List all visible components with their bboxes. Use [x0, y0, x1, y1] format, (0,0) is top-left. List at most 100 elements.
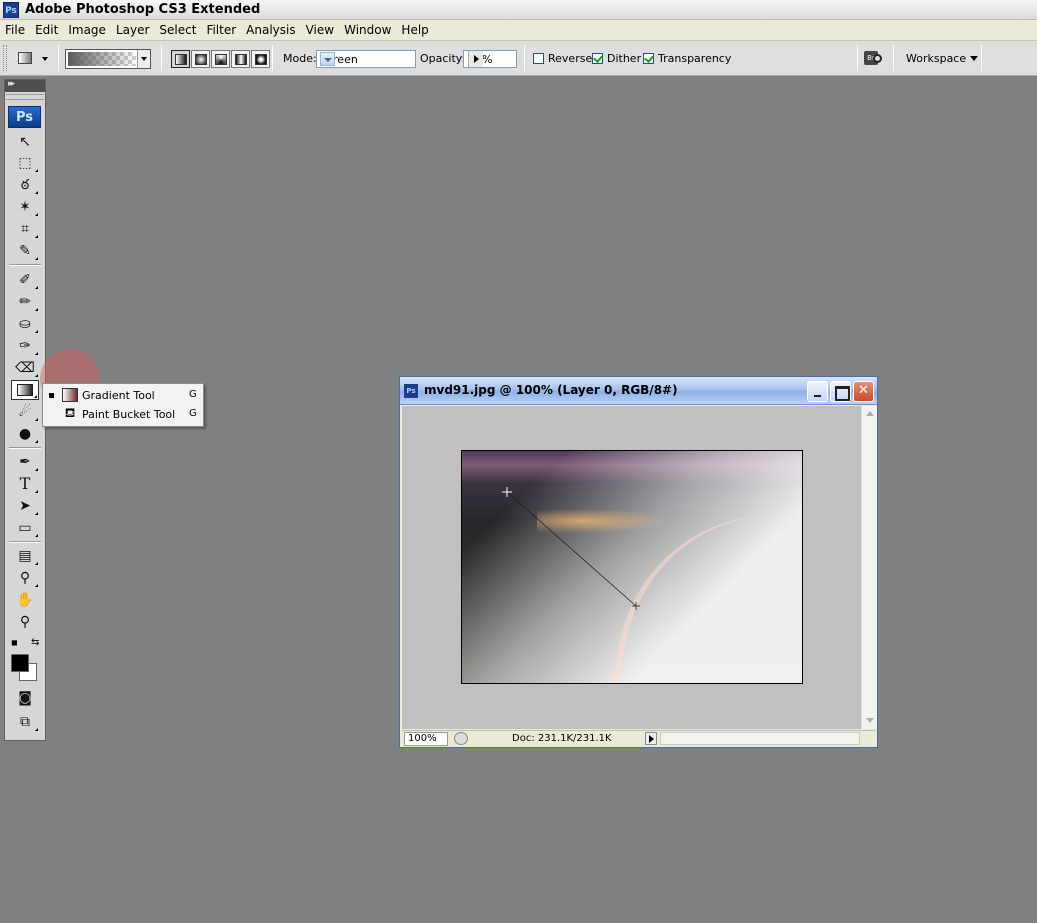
tool-preset-picker[interactable] — [14, 49, 52, 69]
marquee-tool[interactable]: ⬚ — [11, 153, 39, 173]
dodge-icon: ● — [18, 426, 32, 442]
menu-layer[interactable]: Layer — [111, 23, 154, 37]
eyedropper-tool[interactable]: ⚲ — [11, 568, 39, 588]
history-brush-tool[interactable]: ✑ — [11, 336, 39, 356]
brush-tool[interactable]: ✏ — [11, 292, 39, 312]
toolbox-divider — [9, 447, 41, 449]
flyout-indicator-icon — [35, 286, 38, 289]
healing-brush-tool[interactable]: ✐ — [11, 270, 39, 290]
menu-window[interactable]: Window — [339, 23, 396, 37]
menu-select[interactable]: Select — [154, 23, 201, 37]
photoshop-app-icon: Ps — [3, 1, 19, 18]
chevron-down-icon[interactable] — [137, 50, 150, 68]
flyout-indicator-icon — [35, 191, 38, 194]
radial-gradient-icon — [195, 54, 207, 65]
zoom-tool[interactable]: ⚲ — [11, 612, 39, 632]
photoshop-logo[interactable]: Ps — [8, 106, 41, 128]
toolbox: Ps ↖ ⬚ ఠ ✶ ⌗ ✎ ✐ ✏ ⛀ ✑ ⌫ ☄ ● ✒ T ➤ ▭ ▤ ⚲… — [4, 79, 46, 741]
horizontal-scrollbar[interactable] — [660, 732, 860, 745]
linear-gradient-button[interactable] — [171, 50, 190, 68]
path-selection-tool[interactable]: ➤ — [11, 496, 39, 516]
app-title-bar: Ps Adobe Photoshop CS3 Extended — [0, 0, 1037, 20]
brush-icon: ✏ — [19, 294, 31, 310]
canvas-area[interactable] — [402, 406, 861, 729]
clone-stamp-tool[interactable]: ⛀ — [11, 314, 39, 334]
checkbox-box[interactable] — [643, 53, 654, 64]
go-to-bridge-button[interactable]: Br — [862, 49, 886, 69]
maximize-button[interactable] — [830, 381, 851, 402]
transparency-checkbox[interactable]: Transparency — [643, 52, 731, 65]
zoom-field[interactable]: 100% — [404, 732, 448, 746]
divider — [58, 45, 59, 71]
reflected-gradient-button[interactable] — [231, 50, 250, 68]
crop-tool[interactable]: ⌗ — [11, 219, 39, 239]
slice-icon: ✎ — [19, 243, 31, 259]
flyout-item-gradient-tool[interactable]: Gradient Tool G — [43, 386, 203, 405]
reverse-label: Reverse — [548, 52, 593, 65]
chevron-down-icon[interactable] — [320, 52, 335, 66]
document-image[interactable] — [461, 450, 803, 684]
dodge-tool[interactable]: ● — [11, 424, 39, 444]
radial-gradient-button[interactable] — [191, 50, 210, 68]
reverse-checkbox[interactable]: Reverse — [533, 52, 592, 65]
flyout-indicator-icon — [35, 213, 38, 216]
menu-help[interactable]: Help — [396, 23, 433, 37]
gradient-tool[interactable] — [11, 380, 39, 400]
options-bar: Mode: Screen Opacity: 66% Reverse Dither… — [0, 41, 1037, 76]
status-menu-arrow-icon[interactable] — [645, 732, 657, 745]
document-title-bar[interactable]: Ps mvd91.jpg @ 100% (Layer 0, RGB/8#) — [400, 377, 877, 405]
menu-filter[interactable]: Filter — [201, 23, 241, 37]
document-title: mvd91.jpg @ 100% (Layer 0, RGB/8#) — [424, 383, 678, 397]
close-button[interactable] — [853, 381, 874, 402]
type-tool[interactable]: T — [11, 474, 39, 494]
slice-tool[interactable]: ✎ — [11, 241, 39, 261]
blur-tool[interactable]: ☄ — [11, 402, 39, 422]
checkbox-box[interactable] — [592, 53, 603, 64]
workspace-menu[interactable]: Workspace — [906, 52, 979, 65]
flyout-indicator-icon — [35, 257, 38, 260]
pen-tool[interactable]: ✒ — [11, 452, 39, 472]
quick-mask-button[interactable]: ◙ — [11, 688, 39, 708]
eraser-tool[interactable]: ⌫ — [11, 358, 39, 378]
opacity-field[interactable]: 66% — [463, 50, 517, 68]
menu-bar: File Edit Image Layer Select Filter Anal… — [0, 20, 1037, 41]
magic-wand-tool[interactable]: ✶ — [11, 197, 39, 217]
mode-select[interactable]: Screen — [316, 50, 416, 68]
menu-view[interactable]: View — [301, 23, 339, 37]
screen-mode-button[interactable]: ⧉ — [11, 712, 39, 732]
zoom-icon[interactable] — [454, 732, 468, 745]
app-title: Adobe Photoshop CS3 Extended — [25, 2, 261, 17]
diamond-gradient-button[interactable] — [251, 50, 270, 68]
notes-tool[interactable]: ▤ — [11, 546, 39, 566]
toolbox-header[interactable] — [5, 79, 45, 92]
flyout-item-paint-bucket-tool[interactable]: ⛾ Paint Bucket Tool G — [43, 405, 203, 424]
toolbox-grip[interactable] — [6, 94, 44, 100]
flyout-indicator-icon — [35, 468, 38, 471]
dither-checkbox[interactable]: Dither — [592, 52, 641, 65]
swap-colors-icon[interactable]: ⇆ — [31, 637, 39, 648]
vertical-scrollbar[interactable] — [861, 406, 877, 729]
magnifier-icon — [873, 54, 882, 63]
scroll-up-icon[interactable] — [864, 408, 876, 420]
shape-tool[interactable]: ▭ — [11, 518, 39, 538]
move-tool[interactable]: ↖ — [11, 132, 39, 152]
opacity-slider-arrow-icon[interactable] — [468, 51, 483, 67]
scroll-down-icon[interactable] — [864, 715, 876, 727]
type-icon: T — [19, 474, 31, 493]
quick-mask-icon: ◙ — [18, 690, 32, 706]
checkbox-box[interactable] — [533, 53, 544, 64]
default-colors-icon[interactable]: ◼ — [11, 638, 18, 647]
menu-image[interactable]: Image — [63, 23, 111, 37]
rectangle-icon: ▭ — [18, 520, 32, 536]
foreground-color-swatch[interactable] — [11, 654, 29, 672]
menu-file[interactable]: File — [0, 23, 30, 37]
menu-edit[interactable]: Edit — [30, 23, 63, 37]
options-bar-grip[interactable] — [3, 45, 7, 71]
minimize-button[interactable] — [807, 381, 828, 402]
angle-gradient-button[interactable] — [211, 50, 230, 68]
note-icon: ▤ — [18, 548, 32, 564]
gradient-picker[interactable] — [65, 49, 151, 69]
menu-analysis[interactable]: Analysis — [241, 23, 300, 37]
hand-tool[interactable]: ✋ — [11, 590, 39, 610]
lasso-tool[interactable]: ఠ — [11, 175, 39, 195]
